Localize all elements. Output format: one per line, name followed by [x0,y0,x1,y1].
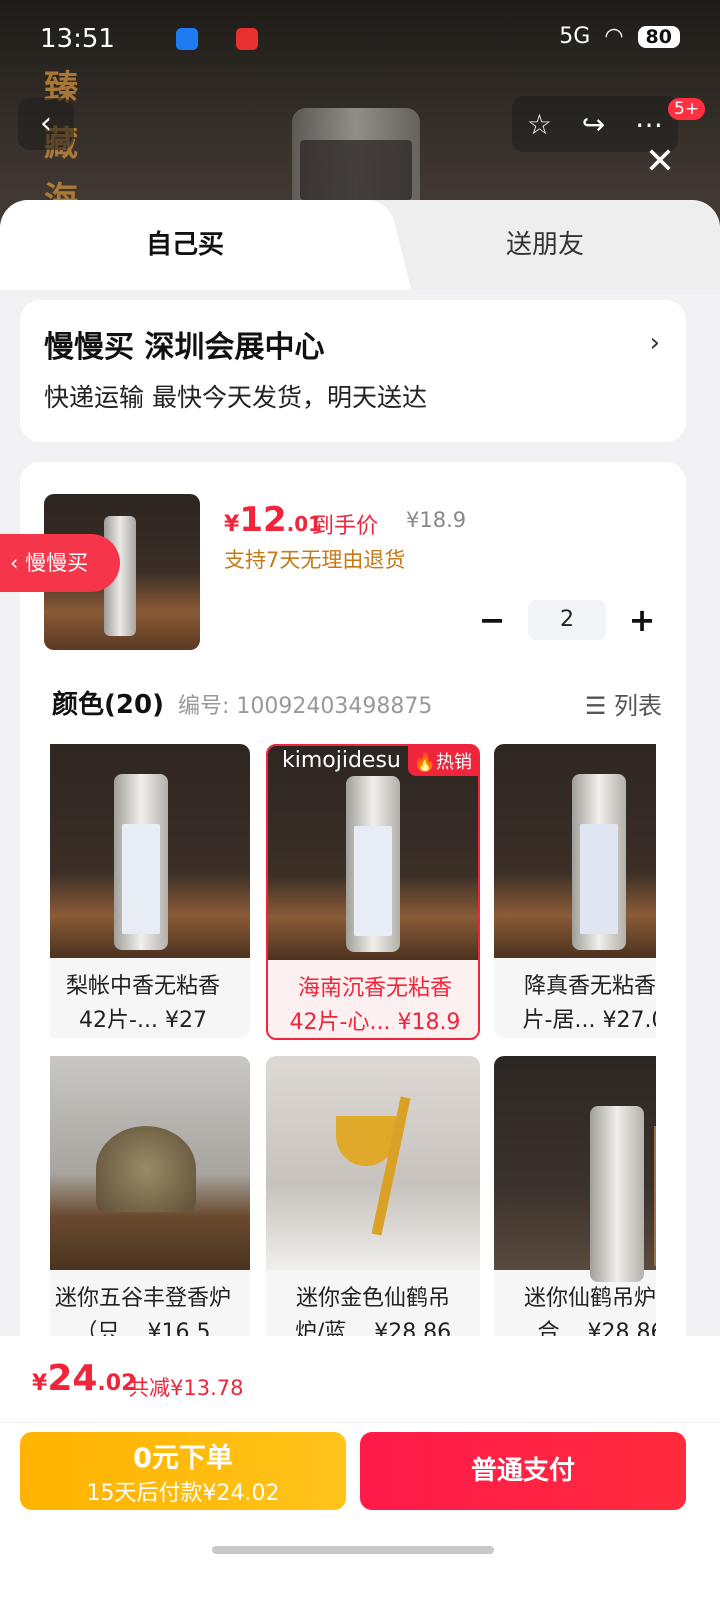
tab-gift[interactable]: 送朋友 [370,200,720,290]
variant-name: 梨帐中香无粘香 [65,974,220,999]
side-floating-tab[interactable]: ‹ 慢慢买 [0,534,120,592]
list-view-button[interactable]: ☰ 列表 [585,686,662,721]
variant-image [50,1056,250,1270]
network-label: 5G [559,24,591,49]
close-icon[interactable]: ✕ [640,142,680,182]
app-notification-icon [176,28,198,50]
decrease-button[interactable]: − [478,601,506,639]
variant-name: 迷你五谷丰登香炉 [54,1286,231,1311]
price-label: 到手价 [312,514,379,539]
total-integer: 24 [47,1358,98,1399]
battery-indicator: 80 [637,25,680,48]
normal-pay-button[interactable]: 普通支付 [360,1432,686,1510]
variant-meta: 42片-心... ¥18.9 [289,1010,461,1035]
variant-name: 降真香无粘香-4 [524,974,656,999]
list-icon: ☰ [584,692,607,720]
variant-meta: 片-居... ¥27.07 [522,1008,656,1033]
variant-grid: 梨帐中香无粘香 42片-... ¥27 kimojidesu 🔥热销 海南沉香无… [50,744,656,1344]
back-button[interactable]: ‹ [18,98,74,150]
variant-image [494,1056,656,1282]
variant-name: 迷你金色仙鹤吊 [295,1286,450,1311]
background-product-image-inner [300,140,412,200]
flame-icon: 🔥 [413,752,436,773]
variant-item[interactable]: 梨帐中香无粘香 42片-... ¥27 [50,744,250,1038]
variant-jar-label [580,824,618,934]
variant-jar-label [354,826,392,936]
color-title: 颜色(20) [52,690,164,720]
product-code: 编号: 10092403498875 [178,694,433,719]
chevron-left-icon: ‹ [40,106,52,141]
shop-notification-icon [236,28,258,50]
hot-sale-label: 热销 [436,752,472,773]
variant-image [266,1056,480,1270]
variant-item[interactable]: 迷你金色仙鹤吊 炉/蓝... ¥28.86 [266,1056,480,1344]
price-integer: 12 [239,500,287,540]
side-tab-label: 慢慢买 [25,551,89,575]
quantity-stepper: − 2 + [478,600,656,640]
divider [0,1422,720,1423]
incense-burner-image [96,1126,196,1212]
more-badge: 5+ [668,98,706,120]
variant-image [50,744,250,958]
zero-down-subtitle: 15天后付款¥24.02 [86,1481,280,1506]
total-price: ¥24.02 [32,1358,136,1399]
home-indicator[interactable] [212,1546,494,1554]
price-currency: ¥ [224,512,240,537]
zero-down-order-button[interactable]: 0元下单 15天后付款¥24.02 [20,1432,346,1510]
address-title: 慢慢买 深圳会展中心 [44,330,325,365]
variant-item-selected[interactable]: kimojidesu 🔥热销 海南沉香无粘香 42片-心... ¥18.9 [266,744,480,1040]
variant-item[interactable]: 降真香无粘香-4 片-居... ¥27.07 [494,744,656,1038]
total-discount: 共减¥13.78 [128,1376,244,1400]
refund-note: 支持7天无理由退货 [224,548,406,572]
checkout-bar: ¥24.02 共减¥13.78 0元下单 15天后付款¥24.02 普通支付 [0,1336,720,1600]
variant-jar-label [122,824,160,934]
wifi-icon: ◠ [604,24,624,49]
incense-sticks-image [654,1126,656,1266]
product-card: ¥12.01 到手价 ¥18.9 支持7天无理由退货 − 2 + 颜色(20) … [20,462,686,1462]
zero-down-title: 0元下单 [133,1443,233,1474]
share-icon[interactable]: ↪ [582,108,605,141]
variant-meta: 42片-... ¥27 [79,1008,207,1033]
increase-button[interactable]: + [628,601,656,639]
chevron-right-icon: › [649,328,660,358]
variant-image [494,744,656,958]
hot-sale-badge: 🔥热销 [407,746,478,776]
variant-jar [590,1106,644,1282]
purchase-tabs: 送朋友 自己买 [0,200,720,290]
original-price: ¥18.9 [406,508,467,532]
star-icon[interactable]: ☆ [527,108,552,141]
watermark-text: kimojidesu [282,748,401,773]
list-label: 列表 [614,692,662,720]
variant-name: 海南沉香无粘香 [297,976,452,1001]
chevron-left-icon: ‹ [10,551,26,575]
variant-item[interactable]: 迷你五谷丰登香炉 （只... ¥16.5 [50,1056,250,1344]
variant-name: 迷你仙鹤吊炉（ [523,1286,656,1311]
status-bar: 13:51 5G ◠ 80 [0,22,720,58]
variant-item[interactable]: 迷你仙鹤吊炉（ 合... ¥28.86 [494,1056,656,1344]
color-header: 颜色(20) 编号: 10092403498875 ☰ 列表 [52,684,662,724]
delivery-info: 快递运输 最快今天发货，明天送达 [44,383,427,412]
address-card[interactable]: 慢慢买 深圳会展中心 快递运输 最快今天发货，明天送达 › [20,300,686,442]
status-time: 13:51 [40,24,115,54]
total-currency: ¥ [32,1371,48,1396]
quantity-input[interactable]: 2 [528,600,606,640]
variant-image [268,746,478,960]
final-price: ¥12.01 [224,500,322,540]
more-icon[interactable]: ⋯ [635,108,663,141]
tab-self[interactable]: 自己买 [0,200,370,290]
